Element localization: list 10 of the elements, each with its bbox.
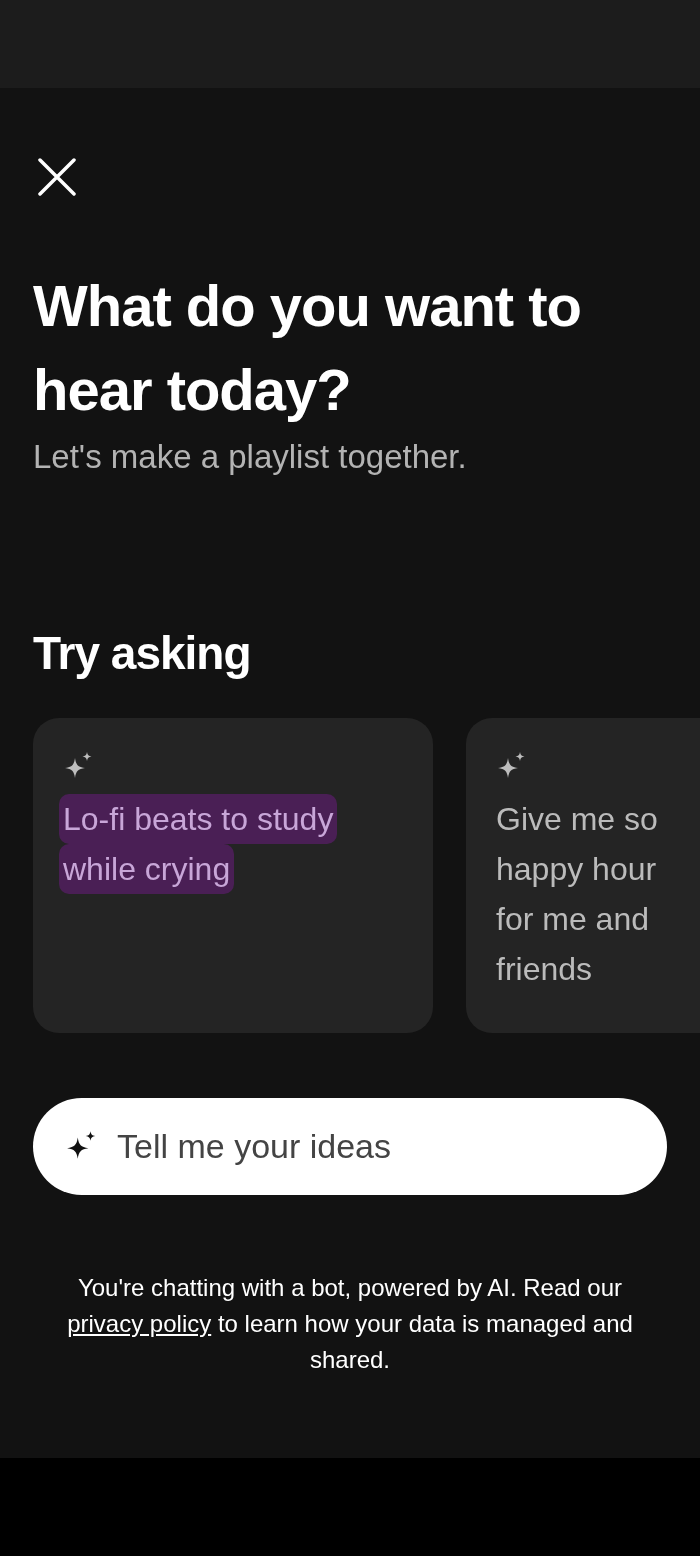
close-icon[interactable] xyxy=(38,158,76,196)
subtitle: Let's make a playlist together. xyxy=(33,438,468,476)
disclaimer-text: You're chatting with a bot, powered by AI. Read our privacy policy to learn how your data is managed and shared. xyxy=(66,1273,634,1375)
prompt-input[interactable]: Tell me your ideas xyxy=(33,1098,667,1195)
suggestion-card[interactable]: Give me so happy hour for me and friends xyxy=(466,718,700,1033)
privacy-policy-link[interactable]: privacy policy xyxy=(67,1310,212,1337)
suggestion-card[interactable]: Lo-fi beats to study while crying xyxy=(33,718,433,1033)
suggestion-text: Give me so happy hour for me and friends xyxy=(496,800,659,989)
page-title: What do you want to hear today? xyxy=(33,272,583,424)
section-title: Try asking xyxy=(33,626,252,680)
